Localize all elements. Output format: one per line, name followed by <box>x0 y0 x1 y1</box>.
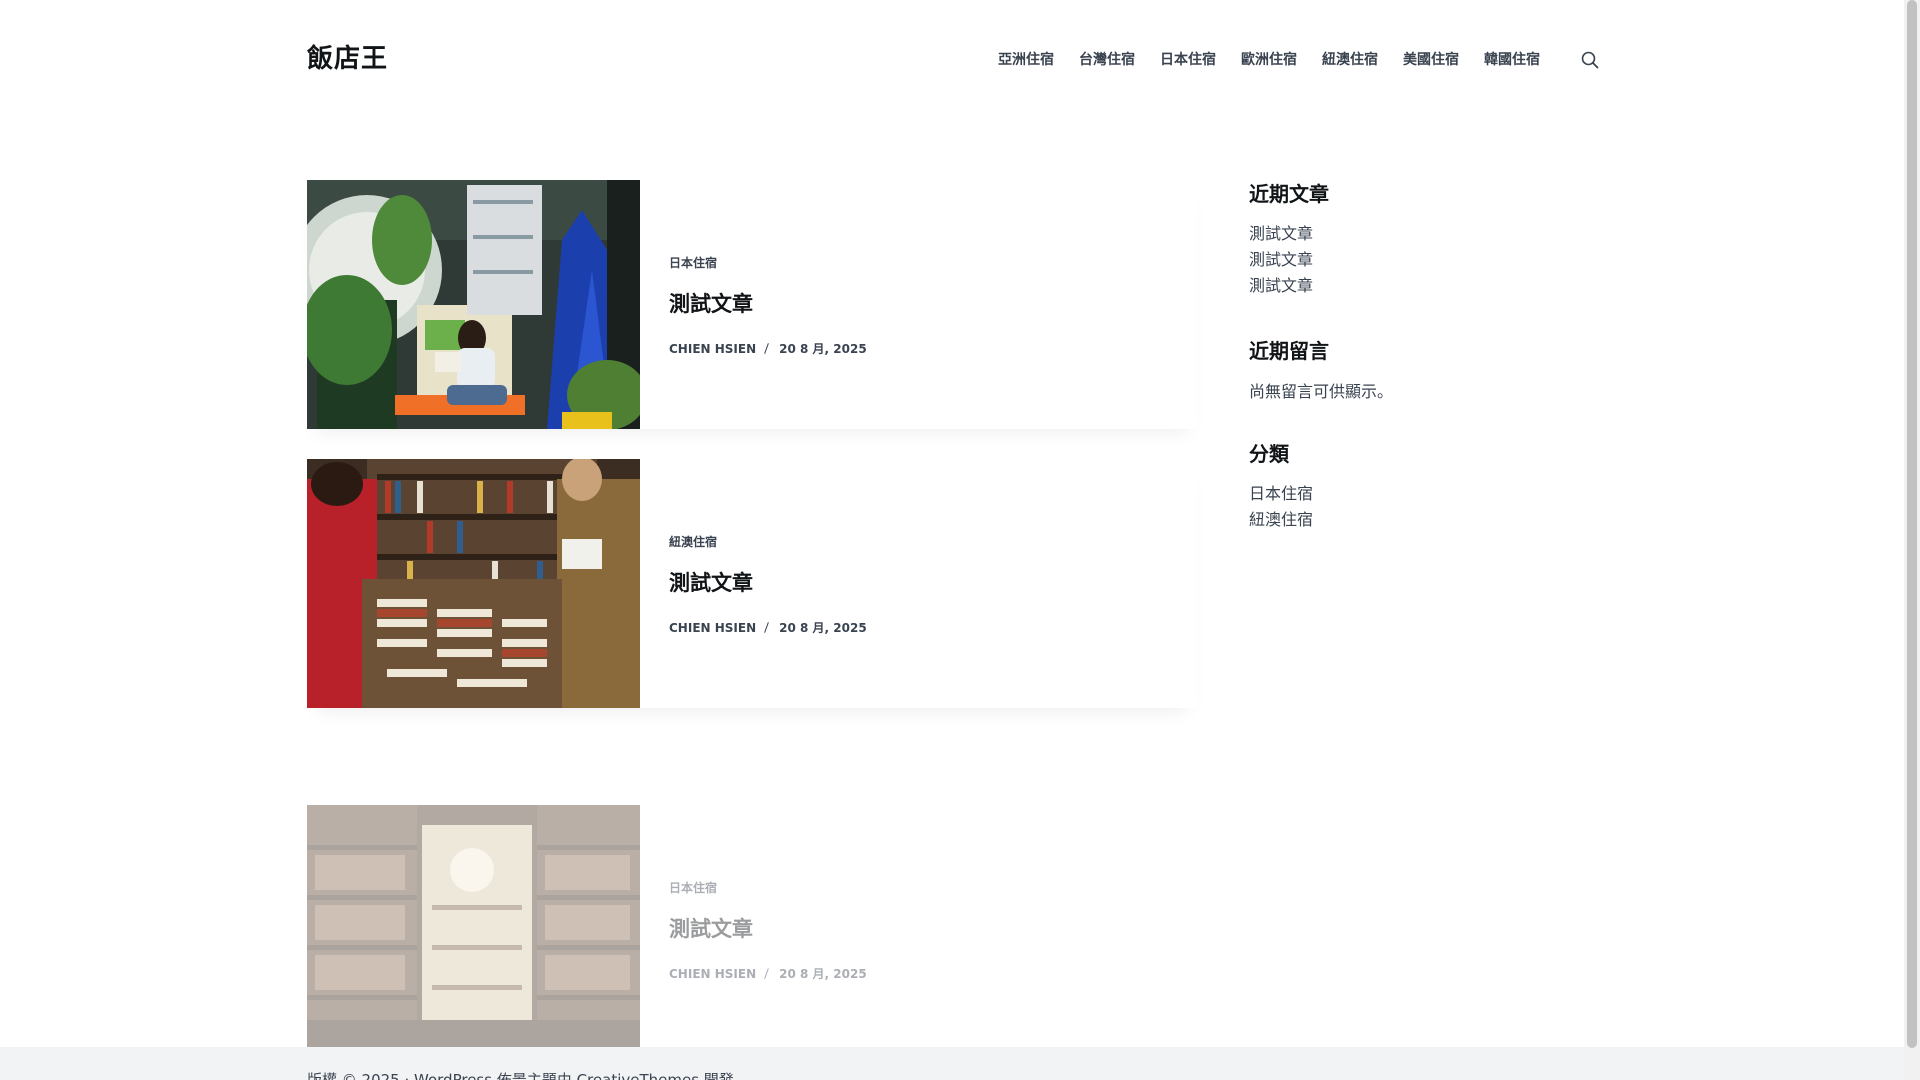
copyright-text: 版權 © 2025 · WordPress 佈景主題由 CreativeThem… <box>307 1071 734 1080</box>
post-thumbnail[interactable] <box>307 459 640 708</box>
meta-separator <box>764 622 769 633</box>
categories-widget: 分類 日本住宿 紐澳住宿 <box>1249 438 1599 533</box>
recent-post-link[interactable]: 測試文章 <box>1249 247 1599 273</box>
post-category[interactable]: 日本住宿 <box>669 254 717 271</box>
post-image <box>307 459 640 708</box>
meta-separator <box>764 343 769 354</box>
site-header: 飯店王 亞洲住宿 台灣住宿 日本住宿 歐洲住宿 紐澳住宿 美國住宿 韓國住宿 <box>0 0 1904 120</box>
category-link[interactable]: 日本住宿 <box>1249 481 1599 507</box>
post-author[interactable]: CHIEN HSIEN <box>669 342 756 356</box>
post-date: 20 8 月, 2025 <box>779 342 867 356</box>
post-author[interactable]: CHIEN HSIEN <box>669 967 756 981</box>
post-date: 20 8 月, 2025 <box>779 621 867 635</box>
widget-title: 近期留言 <box>1249 339 1329 363</box>
main-nav: 亞洲住宿 台灣住宿 日本住宿 歐洲住宿 紐澳住宿 美國住宿 韓國住宿 <box>998 49 1565 69</box>
nav-item-europe[interactable]: 歐洲住宿 <box>1241 49 1297 69</box>
nav-item-usa[interactable]: 美國住宿 <box>1403 49 1459 69</box>
meta-separator <box>764 968 769 979</box>
nav-item-taiwan[interactable]: 台灣住宿 <box>1079 49 1135 69</box>
site-logo[interactable]: 飯店王 <box>307 38 388 75</box>
post-meta: CHIEN HSIEN 20 8 月, 2025 <box>669 965 867 982</box>
recent-posts-list: 測試文章 測試文章 測試文章 <box>1249 221 1599 299</box>
post-meta: CHIEN HSIEN 20 8 月, 2025 <box>669 340 867 357</box>
recent-post-link[interactable]: 測試文章 <box>1249 273 1599 299</box>
widget-title: 近期文章 <box>1249 182 1329 206</box>
post-image <box>307 180 640 429</box>
site-footer: 版權 © 2025 · WordPress 佈景主題由 CreativeThem… <box>0 1047 1904 1080</box>
nav-item-korea[interactable]: 韓國住宿 <box>1484 49 1540 69</box>
post-thumbnail[interactable] <box>307 180 640 429</box>
search-button[interactable] <box>1581 51 1599 69</box>
post-meta: CHIEN HSIEN 20 8 月, 2025 <box>669 619 867 636</box>
post-card: 日本住宿 測試文章 CHIEN HSIEN 20 8 月, 2025 <box>307 805 1197 1054</box>
widget-title: 分類 <box>1249 442 1289 466</box>
categories-list: 日本住宿 紐澳住宿 <box>1249 481 1599 533</box>
post-category[interactable]: 紐澳住宿 <box>669 533 717 550</box>
page: 飯店王 亞洲住宿 台灣住宿 日本住宿 歐洲住宿 紐澳住宿 美國住宿 韓國住宿 日… <box>0 0 1904 1080</box>
post-image <box>307 805 640 1054</box>
post-category[interactable]: 日本住宿 <box>669 879 717 896</box>
no-comments-text: 尚無留言可供顯示。 <box>1249 382 1394 401</box>
post-date: 20 8 月, 2025 <box>779 967 867 981</box>
category-link[interactable]: 紐澳住宿 <box>1249 507 1599 533</box>
post-card: 日本住宿 測試文章 CHIEN HSIEN 20 8 月, 2025 <box>307 180 1197 429</box>
post-title[interactable]: 測試文章 <box>669 913 753 943</box>
vertical-scrollbar[interactable] <box>1904 0 1920 1080</box>
post-title[interactable]: 測試文章 <box>669 288 753 318</box>
nav-item-japan[interactable]: 日本住宿 <box>1160 49 1216 69</box>
nav-item-oceania[interactable]: 紐澳住宿 <box>1322 49 1378 69</box>
post-author[interactable]: CHIEN HSIEN <box>669 621 756 635</box>
scrollbar-thumb[interactable] <box>1907 0 1917 1048</box>
sidebar: 近期文章 測試文章 測試文章 測試文章 近期留言 尚無留言可供顯示。 分類 日本… <box>1249 178 1599 569</box>
post-title[interactable]: 測試文章 <box>669 567 753 597</box>
recent-posts-widget: 近期文章 測試文章 測試文章 測試文章 <box>1249 178 1599 299</box>
post-card: 紐澳住宿 測試文章 CHIEN HSIEN 20 8 月, 2025 <box>307 459 1197 708</box>
recent-comments-widget: 近期留言 尚無留言可供顯示。 <box>1249 335 1599 402</box>
search-icon <box>1581 51 1599 69</box>
nav-item-asia[interactable]: 亞洲住宿 <box>998 49 1054 69</box>
post-thumbnail[interactable] <box>307 805 640 1054</box>
recent-post-link[interactable]: 測試文章 <box>1249 221 1599 247</box>
